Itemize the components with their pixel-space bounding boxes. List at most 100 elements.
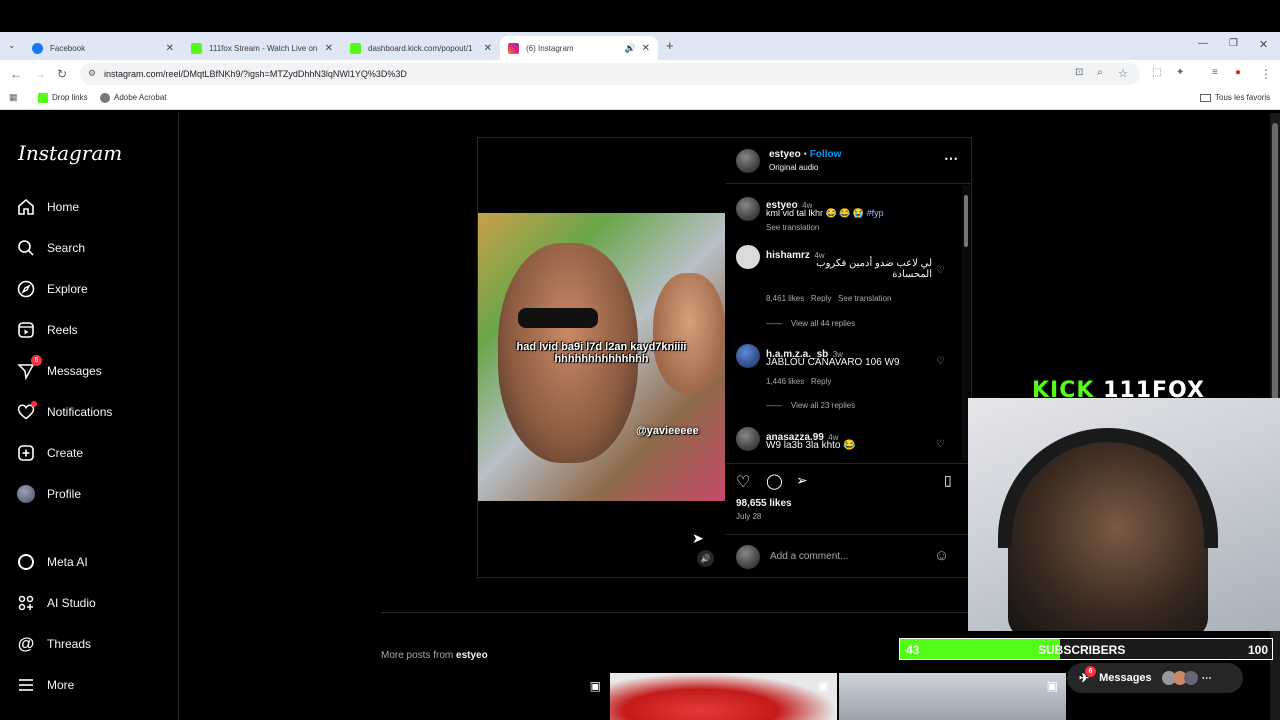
nav-label: More [47, 678, 75, 692]
tab-facebook[interactable]: Facebook ✕ [24, 36, 182, 60]
compass-icon [16, 279, 36, 299]
list-item: hishamrz 4w لي لاعب ضدو أدمين فكروب المح… [726, 243, 962, 333]
tab-kick-stream[interactable]: 111fox Stream - Watch Live on ✕ [183, 36, 341, 60]
speaker-icon[interactable]: 🔊 [625, 43, 636, 54]
zoom-icon[interactable]: ⌕ [1097, 67, 1103, 78]
share-icon[interactable]: ➢ [796, 472, 808, 489]
video-caption: had lvid ba9i l7d l2an kayd7kniiii hhhhh… [516, 341, 687, 365]
post-thumbnail[interactable]: ▣ [610, 673, 837, 720]
tab-search-icon[interactable]: ⌄ [8, 40, 16, 51]
reel-video[interactable]: had lvid ba9i l7d l2an kayd7kniiii hhhhh… [478, 213, 725, 501]
nav-label: Notifications [47, 405, 113, 419]
comment-icon[interactable]: ◯ [766, 472, 783, 490]
notification-dot [31, 401, 37, 407]
comment-text: W9 la3b 3la khto 😂 [766, 440, 856, 451]
volume-icon[interactable]: 🔊 [697, 550, 714, 567]
new-tab-icon[interactable]: + [666, 38, 674, 53]
tab-label: (6) Instagram [526, 43, 574, 53]
bookmark-adobe-acrobat[interactable]: Adobe Acrobat [100, 93, 166, 103]
subs-label: SUBSCRIBERS [1038, 643, 1126, 657]
add-comment-input[interactable]: Add a comment... [770, 551, 848, 562]
install-app-icon[interactable]: ⊡ [1075, 67, 1083, 78]
acrobat-icon [100, 93, 110, 103]
post-author[interactable]: estyeo [769, 149, 801, 160]
address-bar[interactable]: ⚙ instagram.com/reel/DMqtLBfNKh9/?igsh=M… [80, 63, 1140, 85]
kebab-menu-icon[interactable]: ⋮ [1260, 67, 1272, 81]
like-comment-icon[interactable]: ♡ [936, 439, 945, 450]
post-thumbnail[interactable]: ▣ [839, 673, 1066, 720]
apps-grid-icon[interactable]: ▦ [9, 92, 18, 103]
messages-pill[interactable]: ✈ 6 Messages ⋯ [1067, 663, 1243, 693]
nav-label: Create [47, 446, 84, 460]
avatar[interactable] [736, 344, 760, 368]
star-icon[interactable]: ☆ [1118, 67, 1128, 80]
headset [998, 428, 1218, 548]
nav-explore[interactable]: Explore [16, 277, 88, 301]
post-author-row: estyeo • Follow [769, 149, 842, 160]
nav-threads[interactable]: @ Threads [16, 632, 91, 656]
nav-label: Explore [47, 282, 88, 296]
avatar[interactable] [736, 427, 760, 451]
webcam-overlay [968, 398, 1280, 631]
post-thumbnail[interactable]: ▣ [382, 673, 609, 720]
site-info-icon[interactable]: ⚙ [88, 68, 96, 79]
nav-home[interactable]: Home [16, 195, 79, 219]
puzzle-icon[interactable]: ✦ [1176, 67, 1184, 78]
comment-meta: 1,446 likes Reply [766, 377, 832, 386]
tab-instagram[interactable]: (6) Instagram 🔊 ✕ [500, 36, 658, 60]
nav-meta-ai[interactable]: Meta AI [16, 550, 88, 574]
extension-icon[interactable]: ⬚ [1152, 67, 1161, 78]
more-icon: ⋯ [1201, 672, 1212, 684]
follow-button[interactable]: Follow [810, 149, 842, 160]
avatar[interactable] [736, 149, 760, 173]
close-tab-icon[interactable]: ✕ [325, 43, 333, 54]
like-comment-icon[interactable]: ♡ [936, 265, 945, 276]
close-tab-icon[interactable]: ✕ [642, 43, 650, 54]
nav-notifications[interactable]: Notifications [16, 400, 112, 424]
view-replies-link[interactable]: —— View all 23 replies [766, 401, 855, 410]
likes-count[interactable]: 98,655 likes [736, 498, 792, 509]
tab-kick-dashboard[interactable]: dashboard.kick.com/popout/1 ✕ [342, 36, 500, 60]
avatar[interactable] [736, 245, 760, 269]
url-text: instagram.com/reel/DMqtLBfNKh9/?igsh=MTZ… [104, 69, 407, 79]
nav-profile[interactable]: Profile [16, 482, 81, 506]
ai-studio-icon [16, 593, 36, 613]
see-translation-link[interactable]: See translation [766, 223, 819, 232]
playlist-icon[interactable]: ≡ [1212, 67, 1218, 78]
nav-reels[interactable]: Reels [16, 318, 78, 342]
avatar [736, 545, 760, 569]
back-icon[interactable]: ← [10, 67, 22, 81]
tab-label: dashboard.kick.com/popout/1 [368, 43, 473, 53]
close-tab-icon[interactable]: ✕ [166, 43, 174, 54]
view-replies-link[interactable]: —— View all 44 replies [766, 319, 855, 328]
nav-ai-studio[interactable]: AI Studio [16, 591, 96, 615]
more-options-icon[interactable]: ⋯ [944, 150, 958, 167]
nav-label: Reels [47, 323, 78, 337]
profile-icon[interactable]: ● [1235, 67, 1241, 78]
instagram-logo[interactable]: Instagram [18, 141, 122, 165]
minimize-icon[interactable]: — [1198, 38, 1208, 49]
maximize-icon[interactable]: ❐ [1229, 38, 1238, 49]
avatar[interactable] [736, 197, 760, 221]
nav-create[interactable]: Create [16, 441, 83, 465]
nav-messages[interactable]: 6 Messages [16, 355, 102, 383]
video-sunglasses [518, 308, 598, 328]
reload-icon[interactable]: ↻ [57, 67, 67, 81]
menu-icon [16, 675, 36, 695]
close-window-icon[interactable]: ✕ [1259, 38, 1268, 51]
all-bookmarks[interactable]: Tous les favoris [1200, 93, 1270, 102]
bookmark-drop-links[interactable]: Drop links [38, 93, 88, 103]
like-comment-icon[interactable]: ♡ [936, 356, 945, 367]
nav-search[interactable]: Search [16, 236, 85, 260]
close-tab-icon[interactable]: ✕ [484, 43, 492, 54]
bookmark-icon[interactable]: ▯ [944, 472, 952, 489]
like-icon[interactable]: ♡ [736, 472, 750, 492]
kick-icon [350, 42, 361, 54]
emoji-icon[interactable]: ☺ [934, 547, 949, 564]
scrollbar-thumb[interactable] [1272, 123, 1278, 423]
nav-more[interactable]: More [16, 673, 74, 697]
tab-strip: ⌄ Facebook ✕ 111fox Stream - Watch Live … [0, 32, 1280, 60]
more-posts-user[interactable]: estyeo [456, 650, 488, 661]
original-audio-link[interactable]: Original audio [769, 163, 818, 172]
forward-icon[interactable]: → [34, 67, 46, 81]
